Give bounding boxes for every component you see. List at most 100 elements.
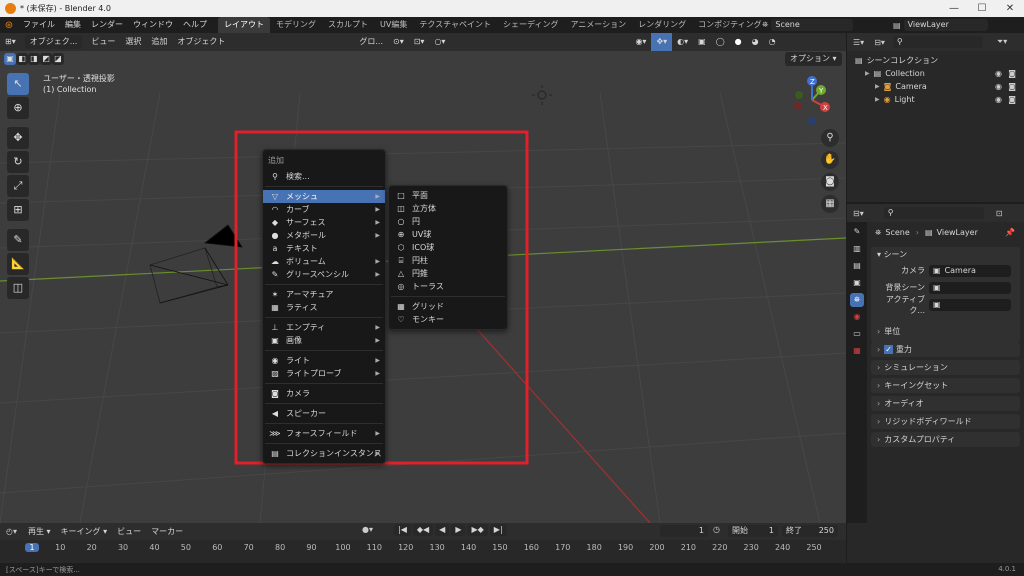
property-section-2[interactable]: › シミュレーション bbox=[871, 360, 1020, 375]
workspace-tab-3[interactable]: UV編集 bbox=[374, 17, 413, 33]
clock-icon[interactable]: ◷ bbox=[713, 525, 720, 534]
mesh-item-8[interactable]: ▦ グリッド bbox=[389, 300, 507, 313]
properties-options-icon[interactable]: ⊡ bbox=[996, 209, 1003, 218]
cursor-tool-icon[interactable]: ⊕ bbox=[7, 97, 29, 119]
timeline-menu-3[interactable]: マーカー bbox=[146, 523, 188, 540]
select-invert-icon[interactable]: ◩ bbox=[40, 53, 52, 65]
select-extend-icon[interactable]: ◧ bbox=[16, 53, 28, 65]
scene-selector[interactable]: Scene bbox=[771, 19, 854, 31]
mesh-item-9[interactable]: ♡ モンキー bbox=[389, 313, 507, 326]
navigation-gizmo[interactable]: X Y Z bbox=[785, 73, 840, 128]
viewport-menu-1[interactable]: 選択 bbox=[120, 33, 146, 51]
expand-arrow-icon[interactable]: ▶ bbox=[875, 80, 880, 93]
shading-wire-icon[interactable]: ◯ bbox=[711, 33, 730, 51]
timeline-editor-icon[interactable]: ◴▾ bbox=[0, 527, 23, 536]
3d-viewport[interactable]: ⊞▾ オブジェク... ビュー 選択 追加 オブジェクト グロ... ⊙▾ ⊡▾ ○▾… bbox=[0, 33, 846, 523]
visibility-eye-icon[interactable]: ◉ bbox=[995, 93, 1002, 106]
add-menu-item-4[interactable]: a テキスト bbox=[263, 242, 385, 255]
property-section-1[interactable]: › ✓ 重力 bbox=[871, 342, 1020, 357]
render-camera-icon[interactable]: ◙ bbox=[1008, 80, 1016, 93]
workspace-tab-2[interactable]: スカルプト bbox=[322, 17, 374, 33]
start-frame-field[interactable]: 開始 1 bbox=[728, 525, 778, 537]
jump-start-icon[interactable]: |◀ bbox=[394, 524, 411, 536]
prev-keyframe-icon[interactable]: ◆◀ bbox=[412, 524, 434, 536]
property-section-3[interactable]: › キーイングセット bbox=[871, 378, 1020, 393]
outliner-item-0[interactable]: ▶ ▤ Collection ◉ ◙ bbox=[847, 67, 1024, 80]
select-subtract-icon[interactable]: ◨ bbox=[28, 53, 40, 65]
workspace-tab-5[interactable]: シェーディング bbox=[497, 17, 564, 33]
property-field-1[interactable]: ▣ bbox=[929, 281, 1011, 294]
workspace-tab-7[interactable]: レンダリング bbox=[632, 17, 692, 33]
mesh-item-5[interactable]: ⌸ 円柱 bbox=[389, 254, 507, 267]
outliner-item-1[interactable]: ▶ ◙ Camera ◉ ◙ bbox=[847, 80, 1024, 93]
add-menu-item-12[interactable]: ▨ ライトプローブ ▶ bbox=[263, 367, 385, 380]
add-menu-item-0[interactable]: ▽ メッシュ ▶ bbox=[263, 190, 385, 203]
menu-2[interactable]: レンダー bbox=[86, 17, 128, 33]
xray-icon[interactable]: ▣ bbox=[693, 33, 711, 51]
proportional-icon[interactable]: ○▾ bbox=[429, 33, 450, 51]
pan-hand-icon[interactable]: ✋ bbox=[821, 151, 839, 169]
add-menu-item-2[interactable]: ◆ サーフェス ▶ bbox=[263, 216, 385, 229]
property-section-6[interactable]: › カスタムプロパティ bbox=[871, 432, 1020, 447]
output-tab-icon[interactable]: ▤ bbox=[850, 259, 864, 273]
mesh-item-0[interactable]: □ 平面 bbox=[389, 189, 507, 202]
transform-orientation[interactable]: グロ... bbox=[354, 33, 388, 51]
mesh-item-3[interactable]: ⊕ UV球 bbox=[389, 228, 507, 241]
camera-view-icon[interactable]: ◙ bbox=[821, 173, 839, 191]
expand-arrow-icon[interactable]: ▶ bbox=[875, 93, 880, 106]
shading-render-icon[interactable]: ◔ bbox=[764, 33, 781, 51]
select-tool-icon[interactable]: ↖ bbox=[7, 73, 29, 95]
menu-1[interactable]: 編集 bbox=[60, 17, 86, 33]
options-dropdown[interactable]: オプション ▾ bbox=[785, 52, 842, 66]
add-menu-item-6[interactable]: ✎ グリースペンシル ▶ bbox=[263, 268, 385, 281]
render-camera-icon[interactable]: ◙ bbox=[1008, 93, 1016, 106]
outliner-item-2[interactable]: ▶ ◉ Light ◉ ◙ bbox=[847, 93, 1024, 106]
minimize-button[interactable]: — bbox=[940, 0, 968, 17]
workspace-tab-1[interactable]: モデリング bbox=[270, 17, 322, 33]
gravity-checkbox[interactable]: ✓ bbox=[884, 345, 893, 354]
mesh-item-6[interactable]: △ 円錐 bbox=[389, 267, 507, 280]
expand-arrow-icon[interactable]: ▶ bbox=[865, 67, 870, 80]
workspace-tab-6[interactable]: アニメーション bbox=[564, 17, 632, 33]
viewport-menu-2[interactable]: 追加 bbox=[146, 33, 172, 51]
mesh-item-4[interactable]: ⬡ ICO球 bbox=[389, 241, 507, 254]
property-section-4[interactable]: › オーディオ bbox=[871, 396, 1020, 411]
next-keyframe-icon[interactable]: ▶◆ bbox=[467, 524, 488, 536]
add-menu-item-13[interactable]: ◙ カメラ bbox=[263, 387, 385, 400]
properties-search-input[interactable]: ⚲ bbox=[883, 207, 984, 219]
property-field-2[interactable]: ▣ bbox=[929, 298, 1011, 311]
perspective-grid-icon[interactable]: ▦ bbox=[821, 195, 839, 213]
mesh-item-2[interactable]: ○ 円 bbox=[389, 215, 507, 228]
play-icon[interactable]: ▶ bbox=[451, 524, 466, 536]
add-menu-item-5[interactable]: ☁ ボリューム ▶ bbox=[263, 255, 385, 268]
scale-tool-icon[interactable]: ⤢ bbox=[7, 175, 29, 197]
add-menu-item-1[interactable]: ◠ カーブ ▶ bbox=[263, 203, 385, 216]
current-frame-field[interactable]: 1 bbox=[660, 525, 708, 537]
visibility-eye-icon[interactable]: ◉ bbox=[995, 67, 1002, 80]
measure-tool-icon[interactable]: 📐 bbox=[7, 253, 29, 275]
add-menu-item-3[interactable]: ● メタボール ▶ bbox=[263, 229, 385, 242]
property-field-0[interactable]: ▣ Camera bbox=[929, 264, 1011, 277]
viewport-menu-3[interactable]: オブジェクト bbox=[172, 33, 230, 51]
move-tool-icon[interactable]: ✥ bbox=[7, 127, 29, 149]
outliner-editor-icon[interactable]: ☰▾ bbox=[847, 38, 870, 47]
mode-selector[interactable]: オブジェク... bbox=[24, 35, 83, 49]
select-new-icon[interactable]: ▣ bbox=[4, 53, 16, 65]
add-menu-item-9[interactable]: ⊥ エンプティ ▶ bbox=[263, 321, 385, 334]
scene-collection-row[interactable]: ▤ シーンコレクション bbox=[847, 54, 1024, 67]
menu-0[interactable]: ファイル bbox=[18, 17, 60, 33]
snap-icon[interactable]: ⊡▾ bbox=[409, 33, 430, 51]
tool-tab-icon[interactable]: ✎ bbox=[850, 225, 864, 239]
pin-icon[interactable]: 📌 bbox=[1005, 228, 1015, 237]
property-section-0[interactable]: › 単位 bbox=[871, 324, 1020, 339]
shading-material-icon[interactable]: ◕ bbox=[747, 33, 764, 51]
gizmo-icon[interactable]: ✥▾ bbox=[651, 33, 673, 51]
blender-menu-icon[interactable]: ⊛ bbox=[0, 20, 18, 31]
select-intersect-icon[interactable]: ◪ bbox=[52, 53, 64, 65]
render-tab-icon[interactable]: ▥ bbox=[850, 242, 864, 256]
timeline-menu-2[interactable]: ビュー bbox=[112, 523, 146, 540]
workspace-tab-4[interactable]: テクスチャペイント bbox=[413, 17, 497, 33]
overlay-icon[interactable]: ◐▾ bbox=[672, 33, 693, 51]
view-layer-tab-icon[interactable]: ▣ bbox=[850, 276, 864, 290]
jump-end-icon[interactable]: ▶| bbox=[489, 524, 507, 536]
